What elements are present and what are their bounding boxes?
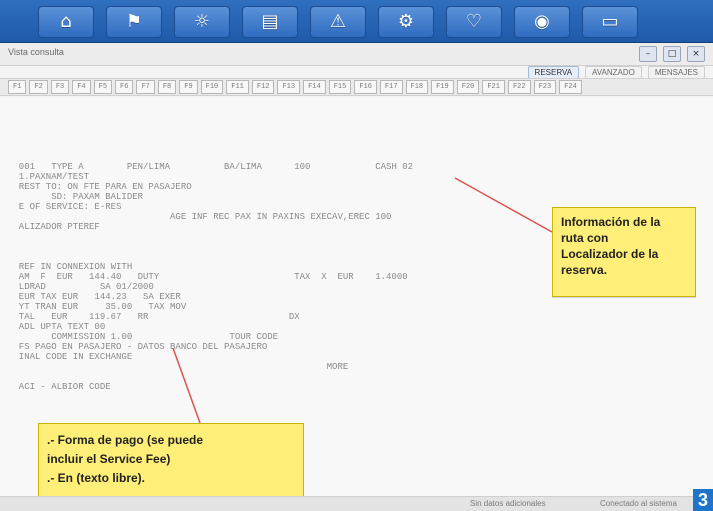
function-key-21[interactable]: F21 bbox=[482, 80, 505, 94]
route-info-callout: Información de la ruta con Localizador d… bbox=[552, 207, 696, 297]
maximize-button[interactable]: □ bbox=[663, 46, 681, 62]
toolbar-button-6[interactable]: ⚙ bbox=[378, 6, 434, 38]
globe-icon: ◉ bbox=[534, 11, 550, 32]
maximize-icon: □ bbox=[667, 49, 677, 59]
toolbar-button-1[interactable]: ⌂ bbox=[38, 6, 94, 38]
document-icon: ▭ bbox=[601, 11, 619, 32]
function-key-row: F1 F2 F3 F4 F5 F6 F7 F8 F9 F10 F11 F12 F13 F14 F15 F16 F… bbox=[0, 78, 713, 96]
terminal-lines: 001 TYPE A PEN/LIMA BA/LIMA 100 CASH 02 … bbox=[8, 112, 413, 392]
screenshot: ⌂ ⚑ ☼ ▤ ⚠ ⚙ ♡ ◉ ▭ Vista consulta – □ × R… bbox=[0, 0, 713, 511]
window-controls: – □ × bbox=[639, 46, 705, 62]
window-title-bar: Vista consulta – □ × bbox=[0, 43, 713, 66]
status-left-text: Sin datos adicionales bbox=[470, 499, 546, 508]
function-key-20[interactable]: F20 bbox=[456, 80, 480, 94]
function-key-24[interactable]: F24 bbox=[559, 80, 582, 94]
callout-bottom-line-2: incluir el Service Fee) bbox=[47, 452, 171, 466]
page-number-badge: 3 bbox=[693, 489, 713, 511]
callout-bottom-line-1: .- Forma de pago (se puede bbox=[47, 433, 204, 447]
terminal-line: YT TRAN EUR 35.00 TAX MOV bbox=[8, 302, 187, 312]
toolbar-button-7[interactable]: ♡ bbox=[446, 6, 502, 38]
toolbar-button-5[interactable]: ⚠ bbox=[310, 6, 366, 38]
terminal-line: MORE bbox=[8, 362, 349, 372]
toolbar-button-2[interactable]: ⚑ bbox=[106, 6, 162, 38]
function-key-22[interactable]: F22 bbox=[507, 80, 531, 94]
toolbar-button-3[interactable]: ☼ bbox=[174, 6, 230, 38]
terminal-line: 1.PAXNAM/TEST bbox=[8, 172, 90, 182]
gear-icon: ⚙ bbox=[397, 11, 415, 32]
minimize-button[interactable]: – bbox=[639, 46, 657, 62]
callout-right-line-1: Información de la bbox=[561, 215, 661, 229]
function-key-16[interactable]: F16 bbox=[354, 80, 377, 94]
window-title: Vista consulta bbox=[8, 47, 64, 57]
terminal-line: REF IN CONNEXION WITH bbox=[8, 262, 133, 272]
flag-icon: ⚑ bbox=[125, 11, 143, 32]
terminal-line: COMMISSION 1.00 TOUR CODE bbox=[8, 332, 279, 342]
terminal-line: AM F EUR 144.40 DUTY TAX X EUR 1.4000 bbox=[8, 272, 408, 282]
terminal-line: TAL EUR 119.67 RR DX bbox=[8, 312, 300, 322]
terminal-line: EUR TAX EUR 144.23 SA EXER bbox=[8, 292, 181, 302]
warning-icon: ⚠ bbox=[329, 11, 347, 32]
sun-icon: ☼ bbox=[193, 11, 211, 32]
function-key-6[interactable]: F6 bbox=[115, 80, 134, 94]
toolbar-button-4[interactable]: ▤ bbox=[242, 6, 298, 38]
minimize-icon: – bbox=[645, 49, 651, 59]
terminal-line: SD: PAXAM BALIDER bbox=[8, 192, 144, 202]
terminal-line: LDRAD SA 01/2000 bbox=[8, 282, 154, 292]
toolbar-button-9[interactable]: ▭ bbox=[582, 6, 638, 38]
home-icon: ⌂ bbox=[60, 11, 72, 32]
function-key-8[interactable]: F8 bbox=[157, 80, 177, 94]
function-key-4[interactable]: F4 bbox=[72, 80, 91, 94]
callout-right-line-2: ruta con bbox=[561, 231, 609, 245]
heart-icon: ♡ bbox=[465, 11, 483, 32]
callout-right-line-3: Localizador de la bbox=[561, 247, 659, 261]
terminal-line: 001 TYPE A PEN/LIMA BA/LIMA 100 CASH 02 bbox=[8, 162, 414, 172]
function-key-2[interactable]: F2 bbox=[29, 80, 48, 94]
callout-bottom-line-3: .- En (texto libre). bbox=[47, 471, 146, 485]
close-button[interactable]: × bbox=[687, 46, 705, 62]
chart-icon: ▤ bbox=[261, 11, 279, 32]
terminal-line: INAL CODE IN EXCHANGE bbox=[8, 352, 133, 362]
function-key-5[interactable]: F5 bbox=[93, 80, 113, 94]
function-key-11[interactable]: F11 bbox=[226, 80, 249, 94]
function-key-12[interactable]: F12 bbox=[251, 80, 275, 94]
status-right-text: Conectado al sistema bbox=[600, 499, 677, 508]
top-toolbar: ⌂ ⚑ ☼ ▤ ⚠ ⚙ ♡ ◉ ▭ bbox=[0, 0, 713, 43]
function-key-9[interactable]: F9 bbox=[179, 80, 198, 94]
payment-callout: .- Forma de pago (se puede incluir el Se… bbox=[38, 423, 304, 501]
terminal-line: ALIZADOR PTEREF bbox=[8, 222, 100, 232]
terminal-line: REST TO: ON FTE PARA EN PASAJERO bbox=[8, 182, 192, 192]
function-key-19[interactable]: F19 bbox=[431, 80, 454, 94]
function-key-7[interactable]: F7 bbox=[136, 80, 155, 94]
function-key-15[interactable]: F15 bbox=[328, 80, 352, 94]
terminal-line: ADL UPTA TEXT 00 bbox=[8, 322, 106, 332]
terminal-line: FS PAGO EN PASAJERO - DATOS BANCO DEL PA… bbox=[8, 342, 268, 352]
terminal-line: E OF SERVICE: E-RES bbox=[8, 202, 122, 212]
close-icon: × bbox=[692, 49, 700, 59]
function-key-13[interactable]: F13 bbox=[277, 80, 301, 94]
function-key-17[interactable]: F17 bbox=[379, 80, 403, 94]
status-bar: Sin datos adicionales Conectado al siste… bbox=[0, 496, 713, 511]
callout-right-line-4: reserva. bbox=[561, 263, 608, 277]
function-key-14[interactable]: F14 bbox=[303, 80, 326, 94]
toolbar-button-8[interactable]: ◉ bbox=[514, 6, 570, 38]
function-key-18[interactable]: F18 bbox=[405, 80, 429, 94]
function-key-10[interactable]: F10 bbox=[200, 80, 224, 94]
function-key-23[interactable]: F23 bbox=[533, 80, 557, 94]
terminal-line: ACI - ALBIOR CODE bbox=[8, 382, 111, 392]
function-key-3[interactable]: F3 bbox=[50, 80, 70, 94]
function-key-1[interactable]: F1 bbox=[8, 80, 27, 94]
terminal-line: AGE INF REC PAX IN PAXINS EXECAV,EREC 10… bbox=[8, 212, 392, 222]
